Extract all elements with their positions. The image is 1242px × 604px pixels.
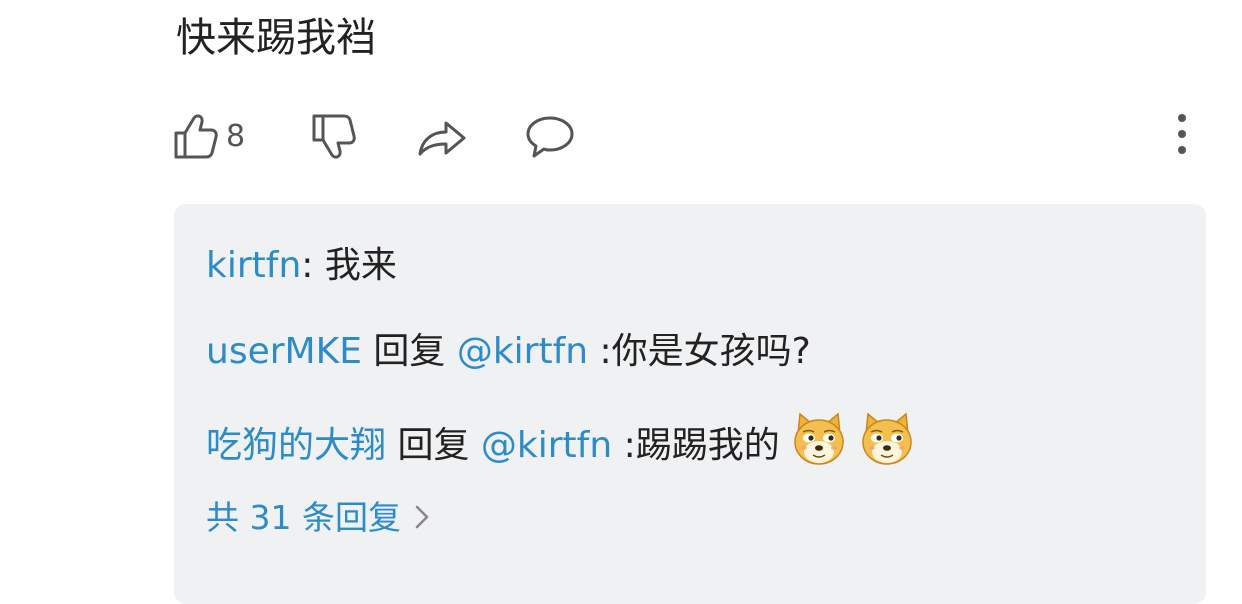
share-icon	[416, 112, 468, 160]
more-vertical-icon	[1177, 114, 1187, 158]
reply-text: :踢踢我的	[612, 425, 780, 466]
view-all-replies-label: 共 31 条回复	[206, 498, 401, 537]
reply-button[interactable]	[524, 108, 576, 164]
more-options-button[interactable]	[1166, 108, 1198, 164]
chevron-right-icon	[415, 494, 429, 542]
reply-username[interactable]: userMKE	[206, 331, 362, 372]
reply-verb: 回复	[386, 425, 481, 466]
reply-mention[interactable]: @kirtfn	[481, 425, 612, 466]
comment-bubble-icon	[524, 112, 576, 160]
reply-username[interactable]: 吃狗的大翔	[206, 425, 386, 466]
reply-item[interactable]: kirtfn: 我来	[206, 242, 397, 290]
reply-text: :你是女孩吗?	[588, 331, 811, 372]
like-count: 8	[226, 118, 246, 154]
thumbs-down-icon	[310, 112, 358, 160]
view-all-replies-link[interactable]: 共 31 条回复	[206, 494, 429, 542]
doge-emoji-icon	[790, 410, 848, 468]
reply-item[interactable]: 吃狗的大翔 回复 @kirtfn :踢踢我的	[206, 412, 916, 476]
dislike-button[interactable]	[310, 108, 358, 164]
thumbs-up-icon	[172, 112, 218, 160]
reply-item[interactable]: userMKE 回复 @kirtfn :你是女孩吗?	[206, 328, 811, 376]
doge-emoji-icon	[858, 410, 916, 468]
comment-text: 快来踢我裆	[176, 15, 376, 61]
replies-preview: kirtfn: 我来 userMKE 回复 @kirtfn :你是女孩吗? 吃狗…	[174, 204, 1206, 604]
reply-username[interactable]: kirtfn	[206, 245, 301, 286]
reply-separator: :	[301, 245, 325, 286]
comment-action-bar: 8	[172, 108, 1202, 164]
reply-text: 我来	[324, 245, 397, 286]
like-button[interactable]: 8	[172, 108, 245, 164]
reply-verb: 回复	[361, 331, 457, 372]
share-button[interactable]	[416, 108, 468, 164]
reply-mention[interactable]: @kirtfn	[457, 331, 588, 372]
